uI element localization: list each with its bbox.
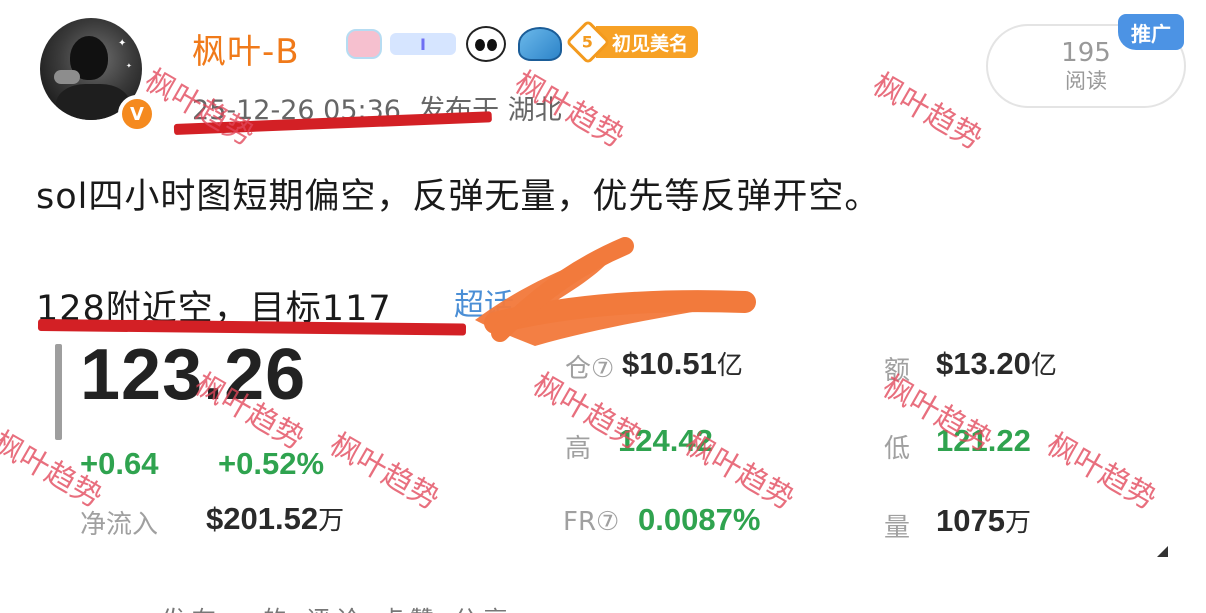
net-inflow-label: 净流入 bbox=[80, 510, 159, 540]
volume-label: 量 bbox=[884, 513, 911, 543]
turnover-label: 额 bbox=[884, 356, 911, 386]
turnover-value: $13.20亿 bbox=[936, 345, 1057, 382]
price-accent-bar bbox=[55, 344, 62, 440]
verified-v-icon: V bbox=[118, 95, 156, 133]
level-number: 5 bbox=[582, 32, 594, 52]
turnover-amount: $13.20 bbox=[936, 346, 1031, 381]
turnover-unit: 亿 bbox=[1030, 351, 1057, 381]
price-change-percent: +0.52% bbox=[218, 446, 325, 481]
volume-amount: 1075 bbox=[936, 503, 1005, 538]
promo-tag[interactable]: 推广 bbox=[1118, 14, 1184, 50]
net-inflow-unit: 万 bbox=[318, 506, 345, 536]
member-bar-badge-label: I bbox=[390, 33, 456, 55]
level-badge[interactable]: 5 初见美名 bbox=[565, 19, 699, 65]
price-change-absolute: +0.64 bbox=[80, 446, 159, 481]
net-inflow-amount: $201.52 bbox=[206, 501, 319, 536]
author-name[interactable]: 枫叶-B bbox=[192, 24, 300, 73]
cut-off-action-row: · · · 发布 · 的 评论 点赞 分享 bbox=[80, 600, 514, 613]
post-text-line-1: sol四小时图短期偏空，反弹无量，优先等反弹开空。 bbox=[36, 177, 881, 217]
watermark-text: 枫叶趋势 bbox=[1040, 426, 1162, 518]
low-value: 121.22 bbox=[936, 423, 1031, 458]
read-count-value: 195 bbox=[1061, 38, 1111, 68]
pig-badge-icon[interactable] bbox=[343, 24, 385, 64]
high-value: 124.42 bbox=[618, 423, 713, 458]
last-price: 123.26 bbox=[80, 335, 307, 415]
read-count-label: 阅读 bbox=[1065, 69, 1107, 93]
volume-value: 1075万 bbox=[936, 502, 1031, 539]
funding-rate-label: FR⑦ bbox=[563, 507, 620, 537]
watermark-text: 枫叶趋势 bbox=[866, 66, 988, 158]
low-label: 低 bbox=[884, 434, 911, 464]
high-label: 高 bbox=[565, 434, 592, 464]
level-title: 初见美名 bbox=[596, 26, 699, 58]
sort-triangle-icon[interactable] bbox=[1157, 546, 1168, 557]
sparkle-icon: ✦ bbox=[118, 38, 127, 49]
panda-badge-icon[interactable] bbox=[462, 24, 510, 64]
orange-redaction-scribble bbox=[475, 237, 756, 346]
shark-badge-icon[interactable] bbox=[515, 24, 565, 64]
red-underline-mark bbox=[37, 319, 467, 336]
volume-unit: 万 bbox=[1004, 508, 1031, 538]
member-bar-badge[interactable]: I bbox=[388, 24, 458, 64]
sparkle-icon: ✦ bbox=[126, 62, 132, 70]
net-inflow-value: $201.52万 bbox=[206, 500, 344, 537]
funding-rate-value: 0.0087% bbox=[638, 502, 761, 537]
avatar-hand-shape bbox=[54, 70, 80, 84]
